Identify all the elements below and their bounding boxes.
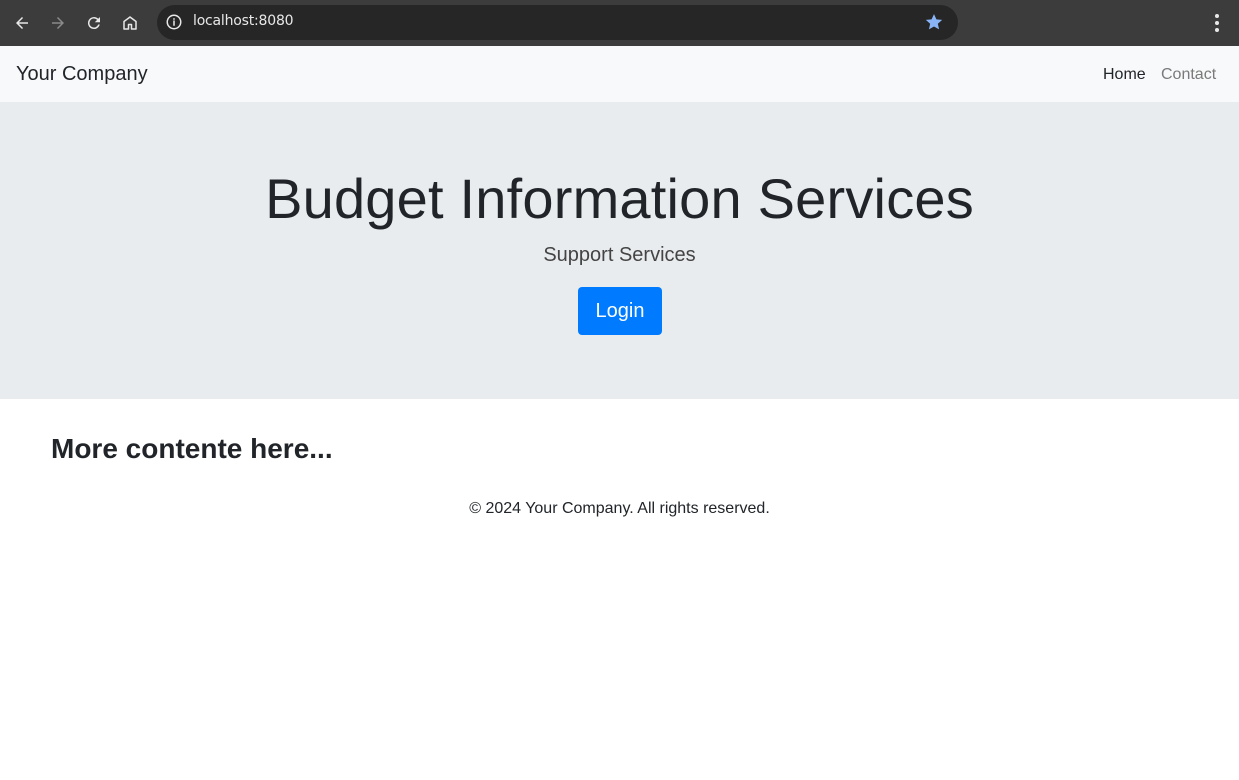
brand-link[interactable]: Your Company xyxy=(16,63,148,86)
hero-title: Budget Information Services xyxy=(265,167,974,230)
footer-text: © 2024 Your Company. All rights reserved… xyxy=(469,500,770,517)
url-text[interactable]: localhost:8080 xyxy=(193,13,294,29)
navbar: Your Company Home Contact xyxy=(0,46,1239,102)
menu-icon[interactable] xyxy=(1207,12,1227,34)
nav-link-home[interactable]: Home xyxy=(1103,66,1146,84)
back-icon[interactable] xyxy=(8,9,36,37)
hero-section: Budget Information Services Support Serv… xyxy=(0,102,1239,399)
content-heading: More contente here... xyxy=(51,433,333,464)
forward-icon[interactable] xyxy=(44,9,72,37)
hero-subtitle: Support Services xyxy=(543,244,696,266)
address-bar[interactable]: localhost:8080 xyxy=(157,5,958,40)
info-icon[interactable] xyxy=(165,13,183,31)
browser-toolbar: localhost:8080 xyxy=(0,0,1239,46)
login-button[interactable]: Login xyxy=(578,287,662,335)
nav-link-contact[interactable]: Contact xyxy=(1161,66,1216,84)
reload-icon[interactable] xyxy=(80,9,108,37)
star-icon[interactable] xyxy=(924,12,944,32)
home-icon[interactable] xyxy=(116,9,144,37)
